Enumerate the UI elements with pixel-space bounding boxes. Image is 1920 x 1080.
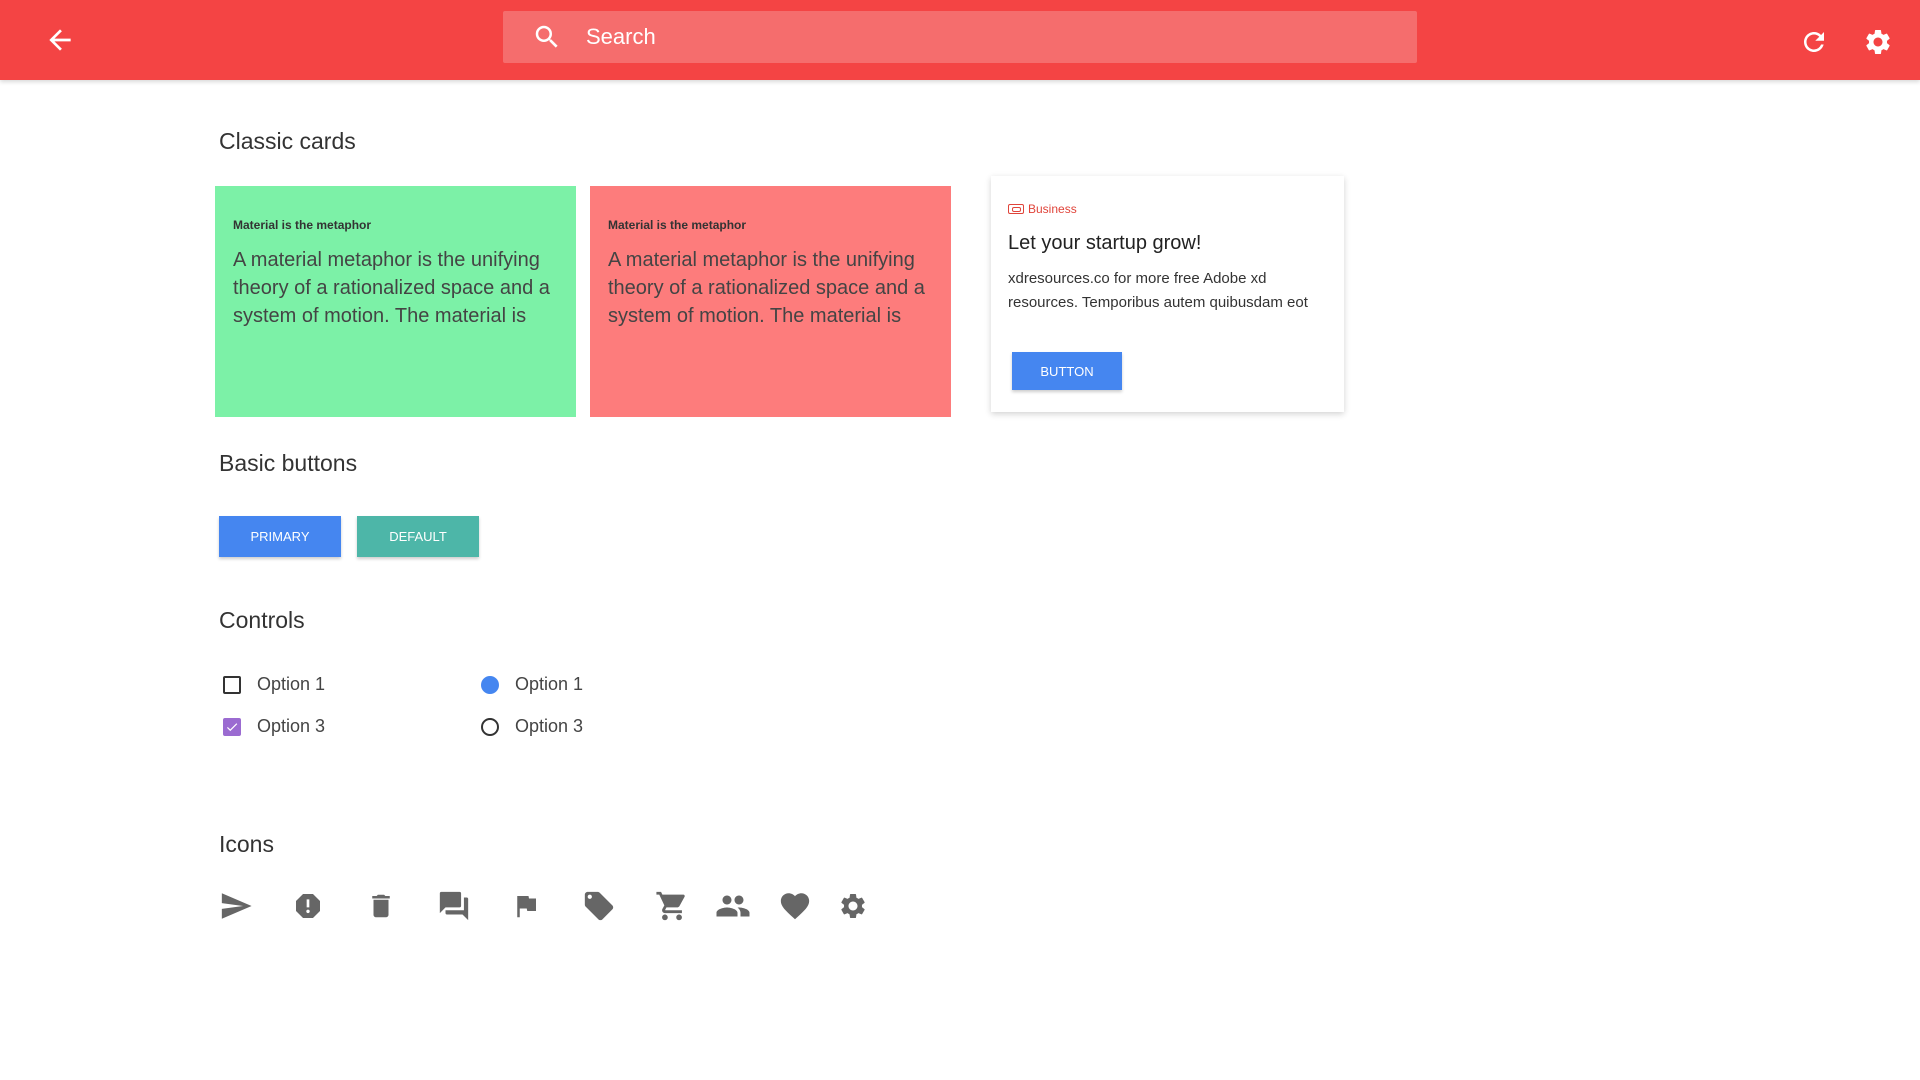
checkbox-option-3[interactable]: Option 3: [223, 716, 325, 737]
card-action-button[interactable]: BUTTON: [1012, 352, 1122, 390]
people-icon[interactable]: [715, 888, 751, 924]
badge-label: Business: [1028, 202, 1077, 216]
checkbox-box[interactable]: [223, 675, 241, 694]
section-title-classic-cards: Classic cards: [219, 128, 356, 154]
cart-icon[interactable]: [654, 888, 690, 924]
card-label: Material is the metaphor: [608, 218, 747, 232]
alert-icon[interactable]: [290, 888, 326, 924]
card-label: Material is the metaphor: [233, 218, 372, 232]
business-badge: Business: [1008, 202, 1327, 216]
app-bar: [0, 0, 1920, 80]
check-icon: [226, 722, 238, 731]
card-body: A material metaphor is the unifying theo…: [608, 249, 925, 327]
checkbox-label: Option 3: [257, 716, 326, 736]
search-input[interactable]: [586, 11, 1417, 63]
trash-icon[interactable]: [363, 888, 399, 924]
back-button[interactable]: [40, 20, 80, 60]
card-business: Business Let your startup grow! xdresour…: [991, 176, 1344, 412]
checkbox-label: Option 1: [257, 674, 326, 694]
checkbox-box-checked[interactable]: [223, 717, 241, 736]
checkbox-option-1[interactable]: Option 1: [223, 674, 325, 695]
primary-button[interactable]: PRIMARY: [219, 516, 341, 557]
section-title-basic-buttons: Basic buttons: [219, 450, 358, 476]
radio-label: Option 3: [515, 716, 584, 736]
refresh-button[interactable]: [1794, 22, 1834, 62]
gear-icon: [1866, 29, 1890, 54]
search-icon: [530, 20, 564, 54]
refresh-icon: [1804, 32, 1824, 52]
card-headline: Let your startup grow!: [1008, 232, 1202, 254]
search-bar[interactable]: [503, 11, 1417, 63]
card-description: xdresources.co for more free Adobe xd re…: [1008, 270, 1308, 311]
chat-icon[interactable]: [436, 888, 472, 924]
radio-option-1[interactable]: Option 1: [481, 674, 583, 695]
settings-button[interactable]: [1858, 22, 1898, 62]
card-body: A material metaphor is the unifying theo…: [233, 249, 550, 327]
tag-icon[interactable]: [581, 888, 617, 924]
send-icon[interactable]: [218, 888, 254, 924]
gear-icon[interactable]: [835, 888, 871, 924]
radio-button[interactable]: [481, 717, 499, 736]
heart-icon[interactable]: [777, 888, 813, 924]
radio-button-selected[interactable]: [481, 675, 499, 694]
flag-icon[interactable]: [508, 888, 544, 924]
section-title-controls: Controls: [219, 607, 305, 633]
section-title-icons: Icons: [219, 831, 274, 857]
card-red: Material is the metaphor A material meta…: [590, 186, 951, 417]
card-green: Material is the metaphor A material meta…: [215, 186, 576, 417]
default-button[interactable]: DEFAULT: [357, 516, 479, 557]
radio-label: Option 1: [515, 674, 584, 694]
ticket-icon: [1008, 204, 1024, 214]
arrow-back-icon: [49, 29, 71, 51]
radio-option-3[interactable]: Option 3: [481, 716, 583, 737]
